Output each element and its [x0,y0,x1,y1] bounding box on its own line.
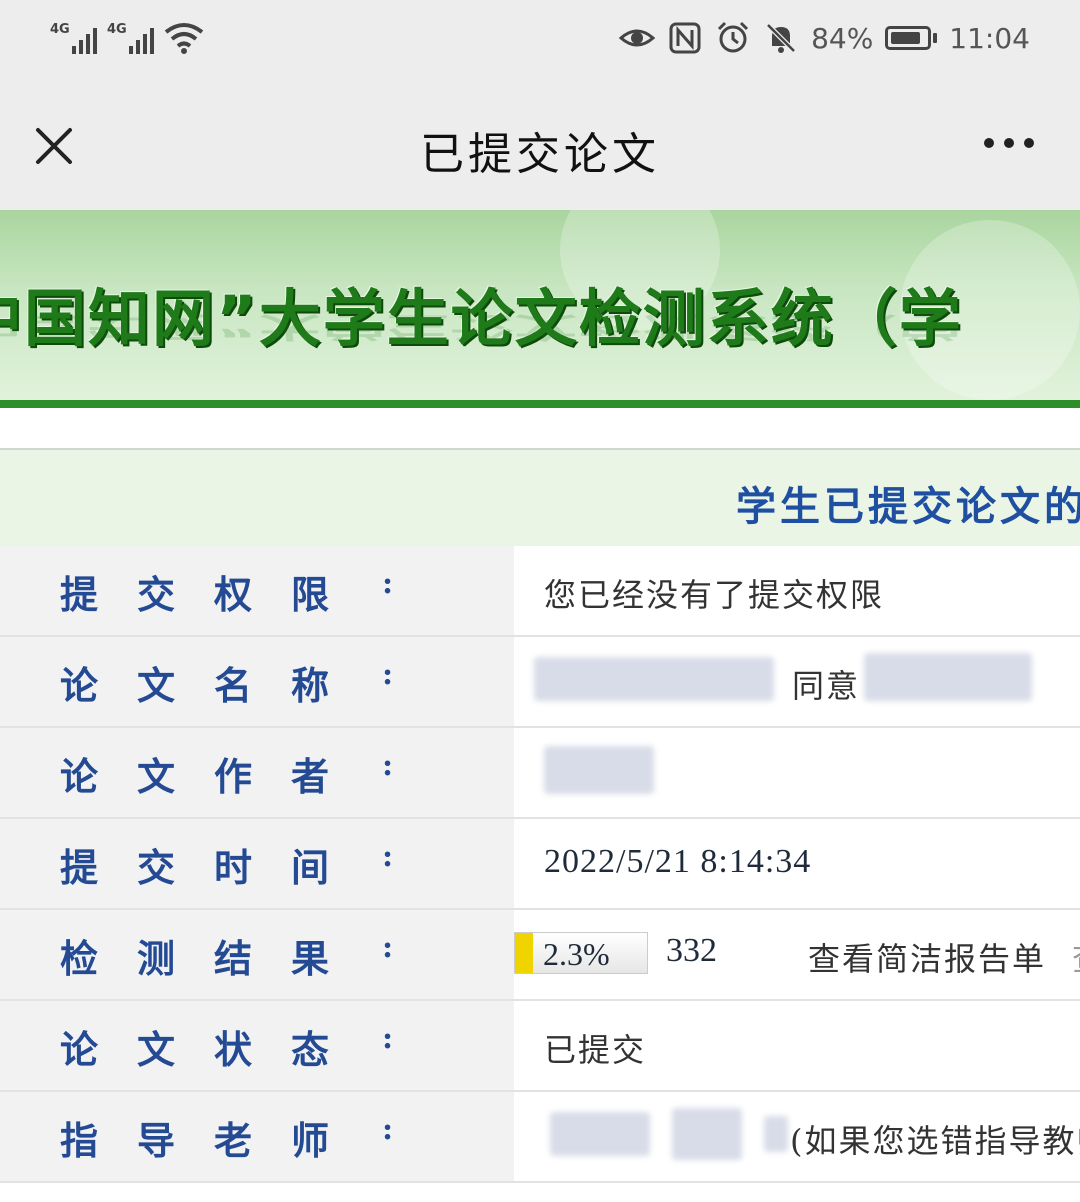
value-cell: 同意 [514,637,1080,726]
cellular-signal-icon: 4G [50,22,97,54]
nav-bar: 已提交论文 [0,80,1080,210]
row-label: 论文作者 [60,754,330,799]
network-type-label-2: 4G [107,22,127,37]
colon: : [382,748,394,783]
banner-title-reflection: 中国知网”大学生论文检测系统（学 [0,310,963,344]
truncated-link[interactable]: 查 [1072,934,1080,980]
colon: : [382,1112,394,1147]
view-report-link[interactable]: 查看简洁报告单 [808,934,1046,980]
table-row-title: 论文名称 : 同意 [0,637,1080,728]
value-cell: (如果您选错指导教师 [514,1092,1080,1181]
label-cell: 提交时间 : [0,819,514,908]
value-cell: 您已经没有了提交权限 [514,546,1080,635]
word-count: 332 [666,932,717,969]
wifi-icon [164,23,204,54]
status-value: 已提交 [544,1031,647,1069]
clock: 11:04 [949,21,1030,55]
table-header: 学生已提交论文的 [0,450,1080,546]
row-label: 提交权限 [60,572,330,617]
redacted-text [544,746,654,794]
label-cell: 论文名称 : [0,637,514,726]
banner-divider [0,400,1080,408]
eye-icon [619,29,656,47]
label-cell: 检测结果 : [0,910,514,999]
label-cell: 指导老师 : [0,1092,514,1181]
row-label: 指导老师 [60,1118,330,1163]
status-bar-right: 84% 11:04 [619,20,1030,56]
table-row-permission: 提交权限 : 您已经没有了提交权限 [0,546,1080,637]
table-row-submit-time: 提交时间 : 2022/5/21 8:14:34 [0,819,1080,910]
redacted-text [534,657,774,701]
nfc-icon [669,22,701,54]
battery-icon [885,26,938,50]
row-label: 论文名称 [60,663,330,708]
row-label: 论文状态 [60,1027,330,1072]
redacted-text [864,653,1032,701]
permission-value: 您已经没有了提交权限 [544,576,885,614]
battery-percent: 84% [811,21,874,55]
colon: : [382,839,394,874]
table-row-advisor: 指导老师 : (如果您选错指导教师 [0,1092,1080,1183]
advisor-note: (如果您选错指导教师 [790,1122,1080,1160]
banner: 中国知网”大学生论文检测系统（学 中国知网”大学生论文检测系统（学 [0,210,1080,408]
value-cell: 已提交 [514,1001,1080,1090]
info-table: 提交权限 : 您已经没有了提交权限 论文名称 : 同意 论文作者 : 提 交 时… [0,546,1080,1183]
value-cell: 2.3% 332 查看简洁报告单 查 [514,910,1080,999]
label-cell: 论文作者 : [0,728,514,817]
colon: : [382,657,394,692]
table-header-title: 学生已提交论文的 [736,483,1080,530]
status-bar: 4G 4G 84% 11:04 [0,0,1080,80]
table-row-status: 论文状态 : 已提交 [0,1001,1080,1092]
similarity-percent: 2.3% [543,936,610,972]
redacted-text [550,1112,650,1156]
table-row-author: 论文作者 : [0,728,1080,819]
network-type-label: 4G [50,22,70,37]
value-cell: 2022/5/21 8:14:34 [514,819,1080,908]
row-label: 提交时间 [60,845,330,890]
thesis-title-value: 同意 [792,667,861,705]
submit-time-value: 2022/5/21 8:14:34 [544,843,812,880]
spacer [0,408,1080,450]
redacted-text [672,1108,742,1160]
more-options-icon[interactable] [984,138,1034,148]
alarm-icon [718,21,749,53]
label-cell: 提交权限 : [0,546,514,635]
value-cell [514,728,1080,817]
similarity-progress-bar: 2.3% [514,932,648,974]
redacted-text [764,1116,788,1152]
cellular-signal-icon-2: 4G [107,22,154,54]
mute-bell-icon [766,23,796,53]
page-title: 已提交论文 [420,129,660,180]
similarity-progress-fill [515,933,534,973]
colon: : [382,566,394,601]
colon: : [382,1021,394,1056]
row-label: 检测结果 [60,936,330,981]
table-row-check-result: 检测结果 : 2.3% 332 查看简洁报告单 查 [0,910,1080,1001]
label-cell: 论文状态 : [0,1001,514,1090]
colon: : [382,930,394,965]
status-bar-left: 4G 4G [50,22,204,54]
